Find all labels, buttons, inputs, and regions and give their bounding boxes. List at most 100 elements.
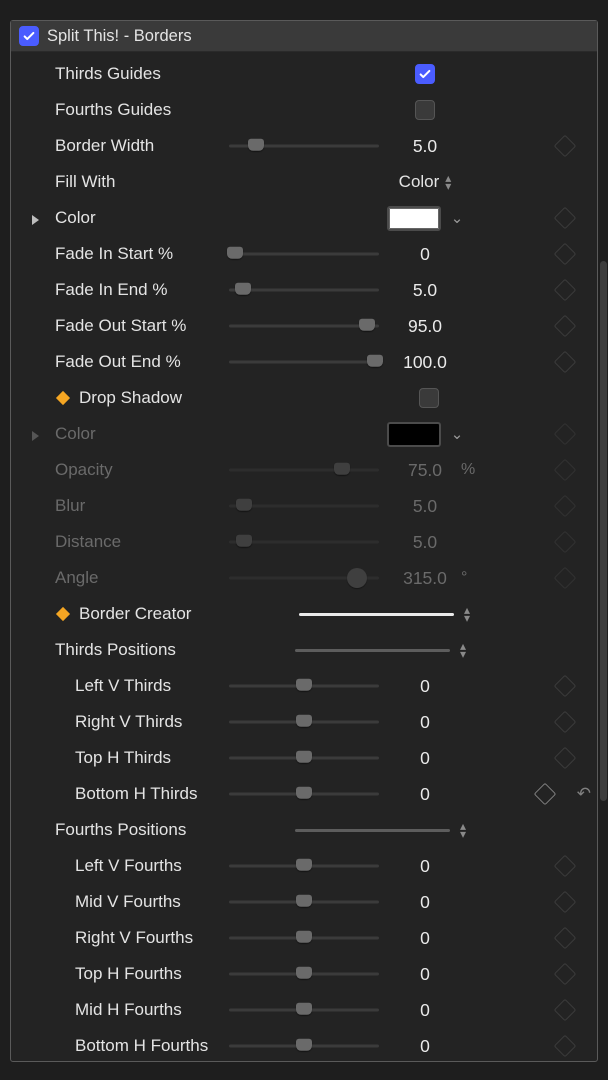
keyframe-icon[interactable]	[554, 999, 577, 1022]
color-well[interactable]: ⌄	[387, 206, 464, 231]
keyframe-icon[interactable]	[554, 675, 577, 698]
ds-color-well[interactable]: ⌄	[387, 422, 464, 447]
fill-with-popup[interactable]: Color ▴▾	[385, 172, 465, 192]
value[interactable]: 0	[385, 892, 465, 913]
param-border-creator: Border Creator ▴▾	[11, 596, 597, 632]
label: Right V Fourths	[75, 928, 225, 948]
reset-icon[interactable]: ↶	[577, 784, 591, 804]
color-swatch[interactable]	[387, 206, 441, 231]
param-mid-h-fourths: Mid H Fourths 0	[11, 992, 597, 1028]
value[interactable]: 0	[385, 928, 465, 949]
border-width-slider[interactable]	[229, 134, 379, 158]
fade-in-start-slider[interactable]	[229, 242, 379, 266]
label: Fade In End %	[55, 280, 225, 300]
keyframe-icon[interactable]	[554, 963, 577, 986]
param-ds-angle: Angle 315.0 °	[11, 560, 597, 596]
slider[interactable]	[229, 674, 379, 698]
ds-distance-slider[interactable]	[229, 530, 379, 554]
fade-out-start-slider[interactable]	[229, 314, 379, 338]
param-color: Color ⌄	[11, 200, 597, 236]
border-width-value[interactable]: 5.0	[385, 136, 465, 157]
value[interactable]: 0	[385, 1036, 465, 1057]
slider[interactable]	[229, 962, 379, 986]
keyframe-icon[interactable]	[554, 315, 577, 338]
slider[interactable]	[229, 710, 379, 734]
thirds-guides-checkbox[interactable]	[415, 64, 435, 84]
fade-in-end-slider[interactable]	[229, 278, 379, 302]
fade-out-end-slider[interactable]	[229, 350, 379, 374]
keyframe-icon[interactable]	[554, 243, 577, 266]
ds-angle-slider[interactable]	[229, 566, 379, 590]
keyframe-icon[interactable]	[554, 423, 577, 446]
label: Thirds Guides	[55, 64, 225, 84]
value[interactable]: 5.0	[385, 280, 465, 301]
slider[interactable]	[229, 782, 379, 806]
value[interactable]: 0	[385, 676, 465, 697]
keyframe-icon[interactable]	[554, 927, 577, 950]
chevron-up-down-icon[interactable]: ▴▾	[464, 606, 470, 623]
value[interactable]: 0	[385, 1000, 465, 1021]
keyframe-icon[interactable]	[554, 135, 577, 158]
value[interactable]: 0	[385, 856, 465, 877]
slider[interactable]	[229, 926, 379, 950]
value[interactable]: 100.0	[385, 352, 465, 373]
scrollbar[interactable]	[600, 261, 607, 801]
add-keyframe-icon[interactable]	[534, 783, 557, 806]
disclosure-triangle-icon[interactable]	[29, 428, 41, 440]
value[interactable]: 0	[385, 244, 465, 265]
diamond-icon	[55, 390, 71, 406]
disclosure-triangle-icon[interactable]	[29, 212, 41, 224]
value[interactable]: 0	[385, 784, 465, 805]
label: Distance	[55, 532, 225, 552]
keyframe-icon[interactable]	[554, 459, 577, 482]
keyframe-icon[interactable]	[554, 855, 577, 878]
keyframe-icon[interactable]	[554, 351, 577, 374]
slider[interactable]	[229, 854, 379, 878]
section-line	[295, 829, 450, 832]
color-swatch[interactable]	[387, 422, 441, 447]
slider[interactable]	[229, 890, 379, 914]
keyframe-icon[interactable]	[554, 531, 577, 554]
label: Fourths Positions	[55, 820, 225, 840]
value[interactable]: 0	[385, 748, 465, 769]
value[interactable]: 5.0	[385, 496, 465, 517]
keyframe-icon[interactable]	[554, 567, 577, 590]
chevron-up-down-icon[interactable]: ▴▾	[460, 642, 466, 659]
keyframe-icon[interactable]	[554, 711, 577, 734]
param-ds-distance: Distance 5.0	[11, 524, 597, 560]
slider[interactable]	[229, 1034, 379, 1058]
keyframe-icon[interactable]	[554, 891, 577, 914]
slider[interactable]	[229, 746, 379, 770]
label: Fade Out Start %	[55, 316, 225, 336]
keyframe-icon[interactable]	[554, 207, 577, 230]
keyframe-icon[interactable]	[554, 279, 577, 302]
fourths-guides-checkbox[interactable]	[415, 100, 435, 120]
slider[interactable]	[229, 998, 379, 1022]
value[interactable]: 95.0	[385, 316, 465, 337]
value[interactable]: 0	[385, 712, 465, 733]
keyframe-icon[interactable]	[554, 747, 577, 770]
effect-header[interactable]: Split This! - Borders	[11, 21, 597, 52]
param-right-v-fourths: Right V Fourths 0	[11, 920, 597, 956]
param-ds-blur: Blur 5.0	[11, 488, 597, 524]
label: Mid V Fourths	[75, 892, 225, 912]
ds-opacity-slider[interactable]	[229, 458, 379, 482]
keyframe-icon[interactable]	[554, 495, 577, 518]
effect-title: Split This! - Borders	[47, 27, 192, 46]
chevron-down-icon[interactable]: ⌄	[451, 211, 464, 226]
keyframe-icon[interactable]	[554, 1035, 577, 1058]
chevron-down-icon[interactable]: ⌄	[451, 427, 464, 442]
chevron-up-down-icon[interactable]: ▴▾	[460, 822, 466, 839]
param-drop-shadow: Drop Shadow	[11, 380, 597, 416]
label: Color	[55, 424, 225, 444]
param-bottom-h-thirds: Bottom H Thirds 0 ↶	[11, 776, 597, 812]
param-left-v-thirds: Left V Thirds 0	[11, 668, 597, 704]
ds-blur-slider[interactable]	[229, 494, 379, 518]
enable-checkbox[interactable]	[19, 26, 39, 46]
drop-shadow-checkbox[interactable]	[419, 388, 439, 408]
value[interactable]: 0	[385, 964, 465, 985]
value[interactable]: 5.0	[385, 532, 465, 553]
param-top-h-fourths: Top H Fourths 0	[11, 956, 597, 992]
value[interactable]: 315.0	[385, 568, 465, 589]
value[interactable]: 75.0	[385, 460, 465, 481]
